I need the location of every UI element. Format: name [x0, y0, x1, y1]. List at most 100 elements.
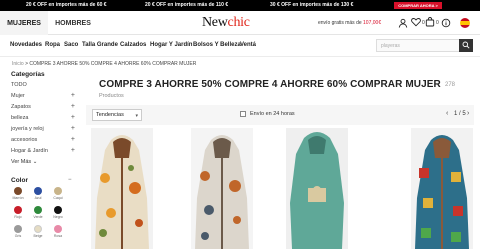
free-shipping-text: envío gratis más de 107,00€	[318, 20, 381, 26]
ship-24h-label: Envío en 24 horas	[250, 111, 295, 117]
product-card[interactable]	[286, 128, 348, 249]
wishlist[interactable]: 0	[411, 17, 425, 29]
color-swatches-row-3: Gris Beige Rosa	[8, 225, 68, 238]
swatch-label: Marrón	[12, 196, 24, 200]
breadcrumb-separator: >	[25, 61, 28, 67]
cart-count: 0	[436, 20, 439, 26]
chevron-down-icon: ▾	[135, 113, 138, 119]
color-swatch-brown[interactable]: Marrón	[8, 187, 28, 200]
nav-item-plus-size[interactable]: Talla Grande	[82, 42, 118, 48]
product-card[interactable]	[191, 128, 253, 249]
swatch-label: Azul	[34, 196, 42, 200]
logo-chic: chic	[227, 15, 250, 30]
category-label: Zapatos	[11, 104, 31, 110]
category-jewelry[interactable]: joyería y reloj +	[11, 125, 75, 132]
color-swatch-pink[interactable]: Rosa	[48, 225, 68, 238]
category-label: accesorios	[11, 137, 38, 143]
logo[interactable]: Newchic	[202, 15, 250, 31]
sort-toolbar: Tendencias ▾ Envío en 24 horas ‹ 1 / 5 ›	[86, 105, 474, 125]
color-swatch-green[interactable]: Verde	[28, 206, 48, 219]
category-label: TODO	[11, 82, 27, 88]
cart[interactable]: 0	[425, 17, 439, 29]
prev-page-icon[interactable]: ‹	[446, 110, 448, 117]
header: MUJERES HOMBRES Newchic envío gratis más…	[0, 11, 480, 35]
swatch-dot	[14, 225, 22, 233]
sort-select[interactable]: Tendencias ▾	[92, 109, 142, 121]
nav-item-sale[interactable]: Ventá	[240, 42, 256, 48]
product-card[interactable]	[411, 128, 473, 249]
page-indicator: 1 / 5	[454, 111, 466, 117]
expand-icon[interactable]: +	[71, 114, 75, 121]
product-image[interactable]	[411, 128, 473, 249]
user-icon[interactable]	[398, 17, 408, 29]
promo-offer-2: 20 € OFF en importes más de 110 €	[145, 2, 229, 8]
product-count: 278	[445, 82, 456, 88]
logo-new: New	[202, 15, 228, 30]
swatch-dot	[34, 225, 42, 233]
color-swatches-row-1: Marrón Azul Caqui	[8, 187, 68, 200]
page-title: COMPRE 3 AHORRE 50% COMPRE 4 AHORRE 60% …	[99, 79, 441, 90]
swatch-label: Gris	[14, 234, 22, 238]
expand-icon[interactable]: +	[71, 103, 75, 110]
swatch-label: Verde	[33, 215, 43, 219]
nav-item-bags-beauty[interactable]: Bolsos Y Belleza	[193, 42, 241, 48]
nav-item-clothing[interactable]: Ropa	[45, 42, 60, 48]
expand-icon[interactable]: +	[71, 125, 75, 132]
category-accessories[interactable]: accesorios +	[11, 136, 75, 143]
breadcrumb-home[interactable]: Inicio	[12, 61, 24, 67]
swatch-dot	[54, 187, 62, 195]
swatch-dot	[14, 187, 22, 195]
filter-sidebar: Categorías TODO Mujer + Zapatos + belleza +…	[11, 71, 76, 238]
nav-item-new[interactable]: Novedades	[10, 42, 42, 48]
sort-value: Tendencias	[96, 112, 124, 118]
color-swatches-row-2: Rojo Verde Negro	[8, 206, 68, 219]
product-image[interactable]	[191, 128, 253, 249]
search-input[interactable]: playeras	[376, 39, 460, 52]
color-swatch-beige[interactable]: Beige	[28, 225, 48, 238]
category-all[interactable]: TODO	[11, 82, 75, 88]
nav-item-coats[interactable]: Saco	[64, 42, 78, 48]
swatch-dot	[54, 225, 62, 233]
swatch-label: Rosa	[53, 234, 63, 238]
search-icon	[462, 41, 470, 51]
bag-icon[interactable]	[425, 17, 435, 29]
swatch-dot	[34, 187, 42, 195]
heart-icon[interactable]	[411, 17, 421, 29]
products-label: Productos	[99, 93, 124, 99]
tab-men[interactable]: HOMBRES	[48, 11, 98, 35]
spain-flag-icon[interactable]	[460, 17, 470, 29]
see-more-link[interactable]: Ver Más ⌄	[11, 159, 37, 165]
ship-24h-checkbox[interactable]	[240, 111, 246, 117]
nav-item-home-garden[interactable]: Hogar Y Jardín	[150, 42, 192, 48]
swatch-dot	[54, 206, 62, 214]
category-women[interactable]: Mujer +	[11, 92, 75, 99]
expand-icon[interactable]: +	[71, 92, 75, 99]
category-label: Hogar & Jardín	[11, 148, 48, 154]
promo-offer-1: 20 € OFF en importes más de 60 €	[26, 2, 107, 8]
category-beauty[interactable]: belleza +	[11, 114, 75, 121]
color-swatch-black[interactable]: Negro	[48, 206, 68, 219]
category-label: joyería y reloj	[11, 126, 44, 132]
tab-women[interactable]: MUJERES	[0, 11, 48, 35]
chevron-down-icon: ⌄	[32, 159, 38, 165]
collapse-icon[interactable]: −	[68, 177, 72, 183]
color-swatch-grey[interactable]: Gris	[8, 225, 28, 238]
category-home-garden[interactable]: Hogar & Jardín +	[11, 147, 75, 154]
category-shoes[interactable]: Zapatos +	[11, 103, 75, 110]
expand-icon[interactable]: +	[71, 136, 75, 143]
category-label: belleza	[11, 115, 29, 121]
product-card[interactable]	[91, 128, 153, 249]
next-page-icon[interactable]: ›	[467, 110, 469, 117]
color-swatch-red[interactable]: Rojo	[8, 206, 28, 219]
color-swatch-blue[interactable]: Azul	[28, 187, 48, 200]
product-image[interactable]	[286, 128, 348, 249]
swatch-label: Rojo	[14, 215, 22, 219]
swatch-label: Caqui	[53, 196, 63, 200]
info-icon[interactable]	[441, 17, 451, 29]
expand-icon[interactable]: +	[71, 147, 75, 154]
color-swatch-khaki[interactable]: Caqui	[48, 187, 68, 200]
product-image[interactable]	[91, 128, 153, 249]
shop-now-button[interactable]: COMPRAR AHORA >	[394, 2, 442, 9]
nav-item-shoes[interactable]: Calzados	[120, 42, 146, 48]
search-button[interactable]	[459, 39, 473, 52]
